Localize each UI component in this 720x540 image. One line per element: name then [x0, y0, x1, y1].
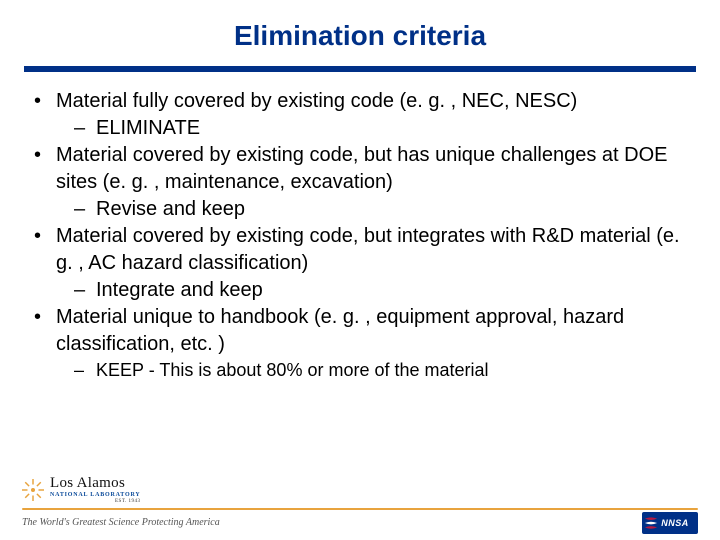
sub-marker: – [74, 358, 96, 382]
lanl-logo: Los Alamos NATIONAL LABORATORY EST. 1943 [22, 475, 141, 504]
sub-text: Revise and keep [96, 196, 686, 223]
flag-swoosh-icon [644, 516, 658, 530]
lanl-text-block: Los Alamos NATIONAL LABORATORY EST. 1943 [50, 475, 141, 504]
lanl-name: Los Alamos [50, 475, 141, 492]
slide-footer: Los Alamos NATIONAL LABORATORY EST. 1943… [0, 460, 720, 540]
sub-bullet: – Revise and keep [34, 196, 686, 223]
sub-bullet: – ELIMINATE [34, 115, 686, 142]
bullet-text: Material covered by existing code, but h… [56, 142, 686, 196]
bullet-text: Material covered by existing code, but i… [56, 223, 686, 277]
bullet-marker: • [34, 88, 56, 115]
slide-title: Elimination criteria [0, 0, 720, 66]
slide-body: • Material fully covered by existing cod… [0, 88, 720, 382]
sub-marker: – [74, 277, 96, 304]
sub-text: ELIMINATE [96, 115, 686, 142]
title-divider [24, 66, 696, 72]
bullet-marker: • [34, 223, 56, 277]
sub-marker: – [74, 115, 96, 142]
footer-tagline: The World's Greatest Science Protecting … [22, 517, 220, 528]
bullet-item: • Material covered by existing code, but… [34, 142, 686, 196]
lanl-subtitle: NATIONAL LABORATORY [50, 492, 141, 498]
sub-marker: – [74, 196, 96, 223]
starburst-icon [22, 479, 44, 501]
sub-text: KEEP - This is about 80% or more of the … [96, 358, 686, 382]
bullet-text: Material unique to handbook (e. g. , equ… [56, 304, 686, 358]
bullet-item: • Material covered by existing code, but… [34, 223, 686, 277]
bullet-item: • Material fully covered by existing cod… [34, 88, 686, 115]
bullet-marker: • [34, 142, 56, 196]
nnsa-logo: NNSA [642, 512, 698, 534]
sub-text: Integrate and keep [96, 277, 686, 304]
sub-bullet: – Integrate and keep [34, 277, 686, 304]
bullet-item: • Material unique to handbook (e. g. , e… [34, 304, 686, 358]
bullet-marker: • [34, 304, 56, 358]
footer-accent-bar [22, 508, 698, 510]
sub-bullet: – KEEP - This is about 80% or more of th… [34, 358, 686, 382]
bullet-text: Material fully covered by existing code … [56, 88, 686, 115]
lanl-established: EST. 1943 [50, 498, 141, 504]
